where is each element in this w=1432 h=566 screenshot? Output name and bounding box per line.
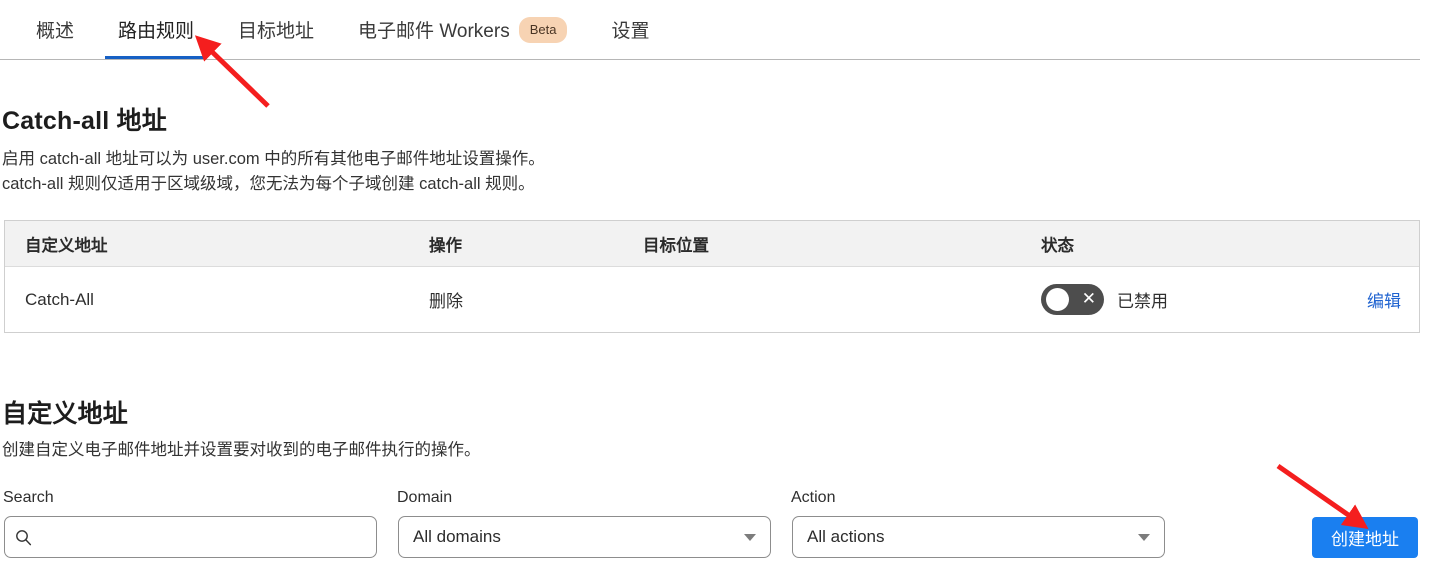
tab-destination-addresses[interactable]: 目标地址 bbox=[216, 0, 336, 59]
tab-routing-rules[interactable]: 路由规则 bbox=[96, 0, 216, 59]
tab-destination-addresses-label: 目标地址 bbox=[238, 21, 315, 42]
domain-field-label: Domain bbox=[397, 489, 453, 506]
arrow-to-create-address-button bbox=[1276, 463, 1369, 529]
search-input[interactable] bbox=[32, 527, 366, 547]
action-field-label: Action bbox=[791, 489, 836, 506]
column-header-status: 状态 bbox=[1041, 232, 1419, 256]
tab-email-workers-label: 电子邮件 Workers bbox=[358, 21, 510, 42]
catchall-table: 自定义地址 操作 目标位置 状态 Catch-All 删除 ✕ 已禁用 编辑 bbox=[4, 220, 1420, 333]
chevron-down-icon bbox=[1138, 533, 1150, 541]
tab-settings-label: 设置 bbox=[611, 21, 650, 42]
cell-address: Catch-All bbox=[25, 289, 94, 309]
cell-status: ✕ 已禁用 编辑 bbox=[1041, 284, 1419, 315]
tab-email-workers[interactable]: 电子邮件 Workers Beta bbox=[336, 0, 589, 59]
tab-bar: 概述 路由规则 目标地址 电子邮件 Workers Beta 设置 bbox=[0, 0, 1420, 60]
column-header-address: 自定义地址 bbox=[25, 236, 108, 255]
beta-badge: Beta bbox=[518, 16, 568, 43]
table-row: Catch-All 删除 ✕ 已禁用 编辑 bbox=[5, 267, 1419, 332]
custom-addresses-section-description: 创建自定义电子邮件地址并设置要对收到的电子邮件执行的操作。 bbox=[2, 441, 481, 459]
status-group: ✕ 已禁用 编辑 bbox=[1041, 284, 1419, 315]
domain-select-value: All domains bbox=[413, 527, 501, 546]
create-address-button[interactable]: 创建地址 bbox=[1312, 517, 1418, 558]
custom-addresses-section-title: 自定义地址 bbox=[2, 400, 129, 428]
domain-select[interactable]: All domains bbox=[398, 516, 771, 558]
status-badge: 已禁用 bbox=[1117, 292, 1168, 311]
action-select-value: All actions bbox=[807, 527, 885, 546]
cell-action: 删除 bbox=[429, 292, 463, 311]
tab-list: 概述 路由规则 目标地址 电子邮件 Workers Beta 设置 bbox=[0, 0, 1420, 59]
column-header-target: 目标位置 bbox=[643, 236, 709, 255]
search-box[interactable] bbox=[4, 516, 377, 558]
column-header-action: 操作 bbox=[429, 236, 462, 255]
catchall-section-description: 启用 catch-all 地址可以为 user.com 中的所有其他电子邮件地址… bbox=[2, 147, 902, 197]
column-header-status-label: 状态 bbox=[1041, 236, 1074, 255]
catchall-description-line-2: catch-all 规则仅适用于区域级域，您无法为每个子域创建 catch-al… bbox=[2, 175, 535, 193]
close-icon: ✕ bbox=[1081, 289, 1096, 309]
tab-overview-label: 概述 bbox=[36, 21, 75, 42]
tab-overview[interactable]: 概述 bbox=[14, 0, 96, 59]
search-icon bbox=[15, 529, 32, 546]
catchall-section-title: Catch-all 地址 bbox=[2, 107, 167, 135]
tab-routing-rules-label: 路由规则 bbox=[118, 21, 195, 42]
table-header-row: 自定义地址 操作 目标位置 状态 bbox=[5, 221, 1419, 267]
action-select[interactable]: All actions bbox=[792, 516, 1165, 558]
chevron-down-icon bbox=[744, 533, 756, 541]
tab-settings[interactable]: 设置 bbox=[589, 0, 671, 59]
edit-link[interactable]: 编辑 bbox=[1367, 287, 1419, 312]
toggle-knob bbox=[1046, 288, 1069, 311]
catchall-enable-toggle[interactable]: ✕ bbox=[1041, 284, 1104, 315]
search-field-label: Search bbox=[3, 489, 54, 506]
catchall-description-line-1: 启用 catch-all 地址可以为 user.com 中的所有其他电子邮件地址… bbox=[2, 150, 545, 168]
